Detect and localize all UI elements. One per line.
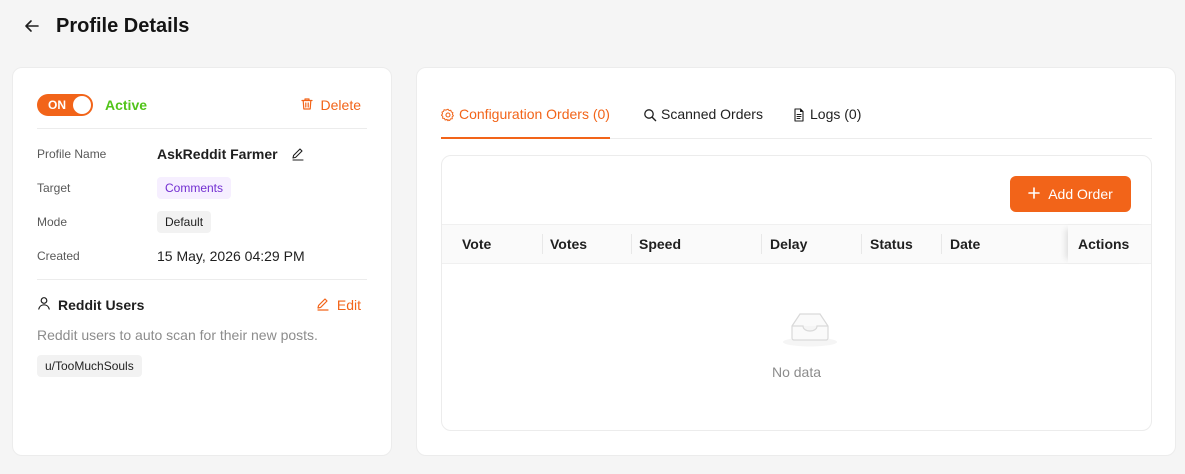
mode-tag: Default bbox=[157, 211, 212, 233]
empty-text: No data bbox=[771, 364, 822, 380]
document-icon bbox=[792, 108, 806, 125]
empty-state: No data bbox=[442, 264, 1151, 430]
status-row: ON Active Delete bbox=[37, 93, 361, 117]
column-header-status[interactable]: Status bbox=[870, 225, 913, 263]
reddit-users-description: Reddit users to auto scan for their new … bbox=[37, 327, 318, 343]
column-header-votes[interactable]: Votes bbox=[550, 225, 587, 263]
profile-name-label: Profile Name bbox=[37, 147, 107, 161]
target-row: Target Comments bbox=[37, 177, 367, 199]
edit-users-button[interactable]: Edit bbox=[316, 297, 361, 314]
column-header-speed[interactable]: Speed bbox=[639, 225, 681, 263]
tab-configuration-orders-label: Configuration Orders (0) bbox=[459, 106, 610, 122]
reddit-users-title: Reddit Users bbox=[58, 297, 145, 313]
add-order-button[interactable]: Add Order bbox=[1010, 176, 1131, 212]
edit-label: Edit bbox=[336, 297, 361, 313]
orders-card: Configuration Orders (0) Scanned Orders … bbox=[416, 67, 1176, 456]
tab-logs[interactable]: Logs (0) bbox=[792, 106, 861, 139]
profile-name-value: AskReddit Farmer bbox=[157, 146, 278, 162]
column-separator bbox=[861, 234, 862, 254]
reddit-user-tag: u/TooMuchSouls bbox=[37, 355, 142, 377]
tab-logs-label: Logs (0) bbox=[810, 106, 862, 122]
column-header-date[interactable]: Date bbox=[950, 225, 980, 263]
profile-name-row: Profile Name AskReddit Farmer bbox=[37, 143, 367, 165]
table-header: Vote Votes Speed Delay Status Date Actio… bbox=[442, 224, 1151, 264]
tab-scanned-orders-label: Scanned Orders bbox=[661, 106, 763, 122]
reddit-users-header: Reddit Users Edit bbox=[37, 294, 361, 316]
status-text: Active bbox=[105, 97, 148, 113]
delete-label: Delete bbox=[320, 97, 361, 113]
column-separator bbox=[631, 234, 632, 254]
toggle-knob bbox=[73, 96, 91, 114]
profile-card: ON Active Delete Profile Name AskReddit … bbox=[12, 67, 392, 456]
add-order-label: Add Order bbox=[1048, 186, 1113, 202]
column-separator bbox=[761, 234, 762, 254]
trash-icon bbox=[300, 97, 314, 114]
active-toggle[interactable]: ON bbox=[37, 94, 93, 116]
orders-table: Add Order Vote Votes Speed Delay Status … bbox=[441, 155, 1152, 431]
page-title: Profile Details bbox=[56, 14, 190, 37]
tab-configuration-orders[interactable]: Configuration Orders (0) bbox=[441, 106, 610, 139]
tab-bar: Configuration Orders (0) Scanned Orders … bbox=[441, 98, 1152, 139]
gear-icon bbox=[441, 108, 455, 125]
user-icon bbox=[37, 296, 51, 315]
column-header-delay[interactable]: Delay bbox=[770, 225, 807, 263]
divider bbox=[37, 279, 367, 280]
target-label: Target bbox=[37, 181, 71, 195]
column-separator bbox=[941, 234, 942, 254]
mode-label: Mode bbox=[37, 215, 68, 229]
divider bbox=[37, 128, 367, 129]
created-label: Created bbox=[37, 249, 80, 263]
edit-icon bbox=[316, 297, 330, 314]
mode-row: Mode Default bbox=[37, 211, 367, 233]
arrow-left-icon[interactable] bbox=[22, 16, 42, 36]
delete-button[interactable]: Delete bbox=[300, 97, 361, 114]
toggle-label: ON bbox=[48, 98, 66, 112]
tab-scanned-orders[interactable]: Scanned Orders bbox=[643, 106, 763, 139]
search-icon bbox=[643, 108, 657, 125]
column-header-vote[interactable]: Vote bbox=[462, 225, 491, 263]
edit-name-icon[interactable] bbox=[291, 147, 305, 161]
created-value: 15 May, 2026 04:29 PM bbox=[157, 248, 305, 264]
page-header: Profile Details bbox=[0, 0, 1185, 52]
plus-icon bbox=[1028, 186, 1041, 202]
column-separator bbox=[542, 234, 543, 254]
created-row: Created 15 May, 2026 04:29 PM bbox=[37, 245, 367, 267]
empty-inbox-icon bbox=[782, 308, 838, 353]
target-tag: Comments bbox=[157, 177, 232, 199]
column-header-actions: Actions bbox=[1068, 225, 1151, 263]
